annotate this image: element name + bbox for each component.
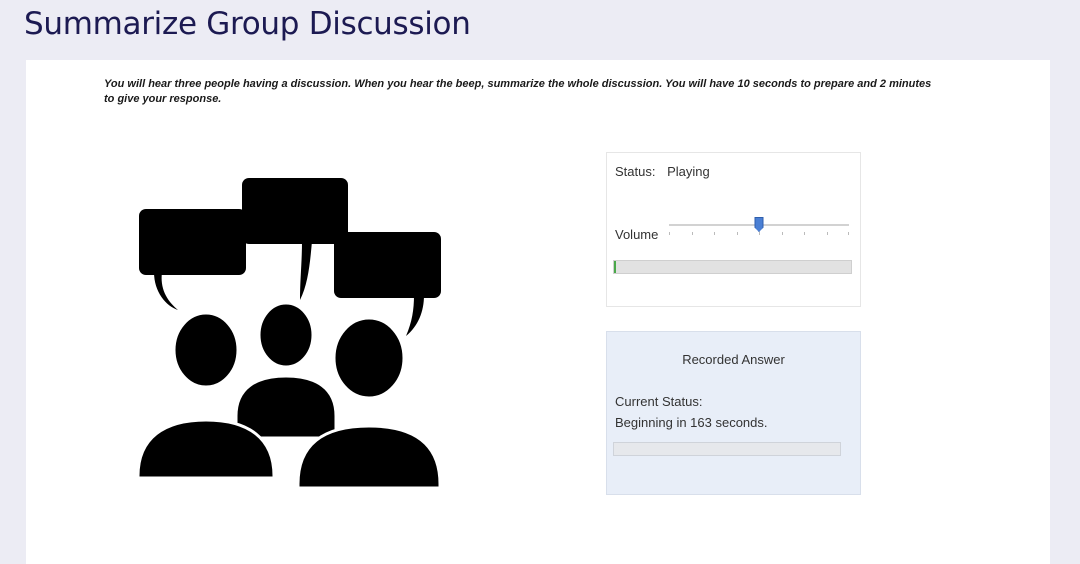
audio-player-panel: Status: Playing Volume [606,152,861,307]
volume-tick [736,232,738,235]
volume-tick [669,232,670,235]
recording-progress-bar [613,442,841,456]
page-title: Summarize Group Discussion [24,6,471,42]
volume-tick [714,232,715,235]
status-label: Status: [615,164,656,179]
playback-progress-fill [614,261,617,273]
volume-tick [691,232,693,235]
volume-ticks [669,232,849,235]
recorder-title: Recorded Answer [682,352,785,367]
question-card: You will hear three people having a disc… [26,60,1050,564]
volume-tick [826,232,828,235]
status-value: Playing [667,164,710,179]
current-status-label: Current Status: [615,394,703,409]
volume-slider[interactable] [669,217,849,243]
playback-progress-bar [613,260,852,274]
volume-tick [781,232,783,235]
countdown-text: Beginning in 163 seconds. [615,415,768,430]
volume-tick [847,232,849,235]
volume-label: Volume [615,227,659,242]
volume-thumb[interactable] [754,217,764,232]
volume-tick [759,232,760,235]
instruction-text: You will hear three people having a disc… [104,78,932,105]
volume-tick [804,232,805,235]
playback-status: Status: Playing [615,164,718,179]
group-discussion-icon [136,178,442,490]
recorder-panel: Recorded Answer Current Status: Beginnin… [606,331,861,495]
